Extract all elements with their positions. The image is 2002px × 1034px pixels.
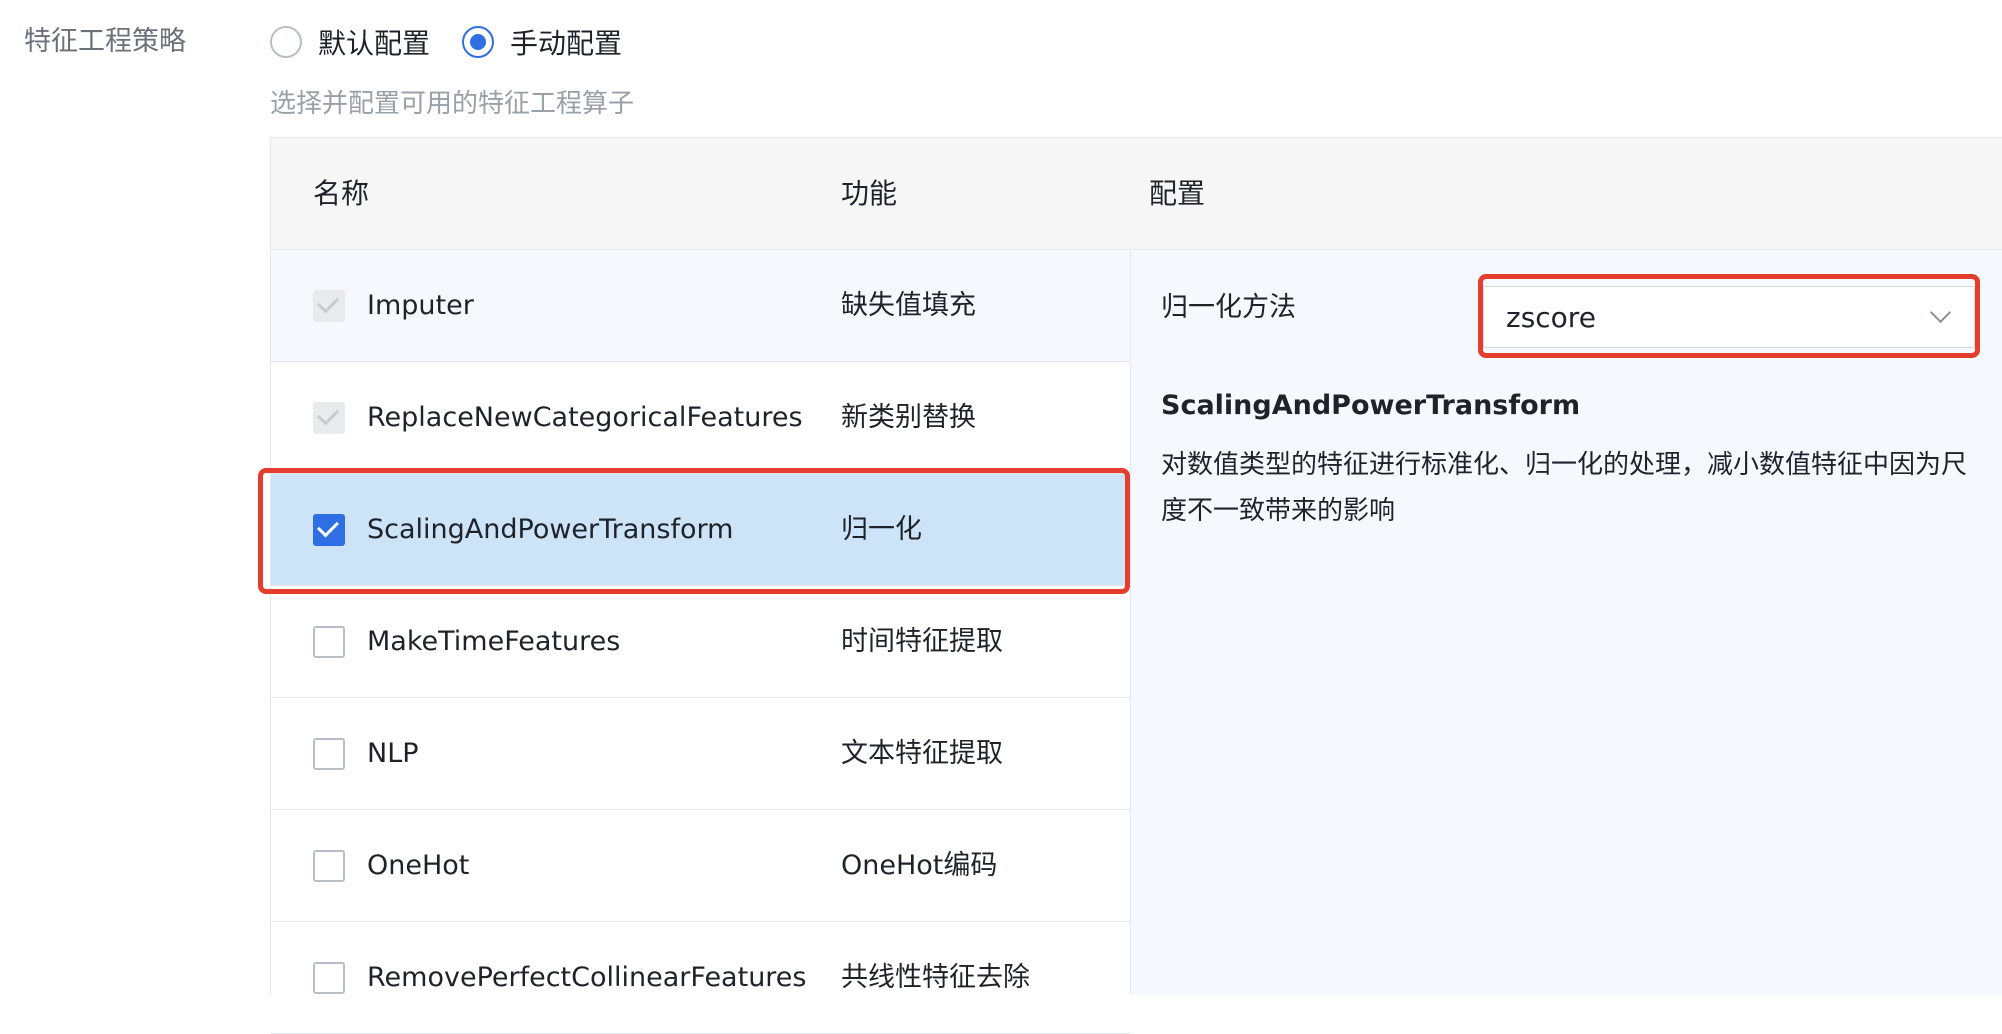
- header-function: 功能: [841, 177, 898, 210]
- checkbox-disabled-icon: [313, 290, 345, 322]
- select-value: zscore: [1506, 301, 1596, 334]
- row-function: 文本特征提取: [841, 738, 1003, 769]
- table-row-scaling-power-transform[interactable]: ScalingAndPowerTransform 归一化: [271, 474, 1130, 586]
- row-name: MakeTimeFeatures: [367, 626, 621, 657]
- operator-description-title: ScalingAndPowerTransform: [1161, 390, 1581, 421]
- row-function: 新类别替换: [841, 402, 976, 433]
- table-row-replace-new-categorical[interactable]: ReplaceNewCategoricalFeatures 新类别替换: [271, 362, 1130, 474]
- checkbox-disabled-icon: [313, 402, 345, 434]
- chevron-down-icon[interactable]: [1929, 301, 1952, 324]
- operator-description-text: 对数值类型的特征进行标准化、归一化的处理，减小数值特征中因为尺度不一致带来的影响: [1161, 450, 1968, 526]
- operator-hint: 选择并配置可用的特征工程算子: [270, 89, 635, 119]
- row-function: 时间特征提取: [841, 626, 1003, 657]
- checkbox-checked-icon[interactable]: [313, 514, 345, 546]
- table-row-remove-collinear[interactable]: RemovePerfectCollinearFeatures 共线性特征去除: [271, 922, 1130, 1034]
- row-name: ReplaceNewCategoricalFeatures: [367, 402, 803, 433]
- header-config: 配置: [1149, 177, 1206, 210]
- radio-manual-config[interactable]: 手动配置: [462, 20, 622, 64]
- row-name: OneHot: [367, 850, 470, 881]
- radio-manual-label: 手动配置: [510, 27, 623, 60]
- row-name: RemovePerfectCollinearFeatures: [367, 962, 807, 993]
- checkbox-icon[interactable]: [313, 850, 345, 882]
- row-function: 归一化: [841, 514, 922, 545]
- row-function: 缺失值填充: [841, 290, 976, 321]
- header-name: 名称: [313, 177, 370, 210]
- row-function: 共线性特征去除: [841, 962, 1030, 993]
- row-function: OneHot编码: [841, 850, 998, 881]
- row-name: ScalingAndPowerTransform: [367, 514, 734, 545]
- normalization-method-select[interactable]: zscore: [1483, 286, 1975, 348]
- row-name: Imputer: [367, 290, 474, 321]
- checkbox-icon[interactable]: [313, 738, 345, 770]
- row-name: NLP: [367, 738, 419, 769]
- checkbox-icon[interactable]: [313, 962, 345, 994]
- table-row-imputer[interactable]: Imputer 缺失值填充: [271, 250, 1130, 362]
- config-panel: 归一化方法 zscore ScalingAndPowerTransform 对数…: [1130, 250, 2002, 995]
- radio-default-label: 默认配置: [318, 27, 431, 60]
- operator-table: 名称 功能 配置 Imputer 缺失值填充 ReplaceNewCategor…: [270, 137, 2002, 1034]
- strategy-label: 特征工程策略: [24, 26, 186, 57]
- radio-circle-icon[interactable]: [270, 26, 302, 58]
- table-row-nlp[interactable]: NLP 文本特征提取: [271, 698, 1130, 810]
- normalization-method-label: 归一化方法: [1161, 292, 1296, 323]
- radio-default-config[interactable]: 默认配置: [270, 20, 430, 64]
- radio-checked-icon[interactable]: [462, 26, 494, 58]
- table-row-onehot[interactable]: OneHot OneHot编码: [271, 810, 1130, 922]
- table-row-make-time-features[interactable]: MakeTimeFeatures 时间特征提取: [271, 586, 1130, 698]
- table-header: 名称 功能 配置: [271, 138, 2002, 250]
- checkbox-icon[interactable]: [313, 626, 345, 658]
